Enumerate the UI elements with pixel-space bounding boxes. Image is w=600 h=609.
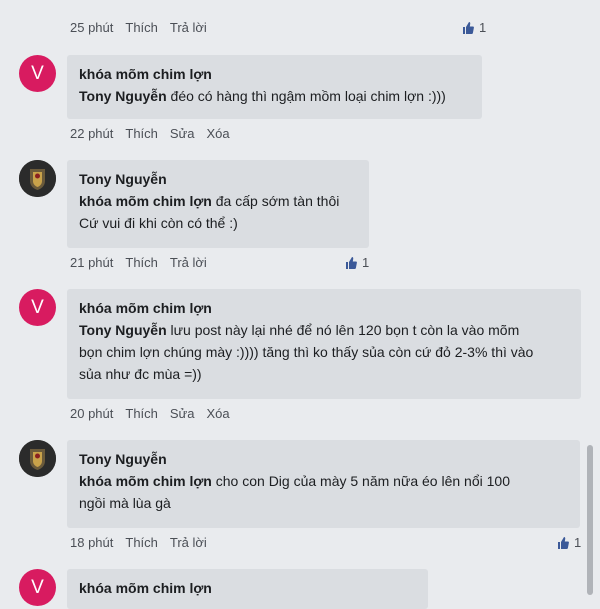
avatar-letter: V <box>31 296 44 318</box>
comment-text: ngồi mà lùa gà <box>79 495 171 511</box>
like-count-value: 1 <box>362 255 370 270</box>
mention-link[interactable]: khóa mõm chim lợn <box>79 193 212 209</box>
comment-author[interactable]: Tony Nguyễn <box>79 448 568 470</box>
comment-text: đéo có hàng thì ngậm mồm loại chim lợn :… <box>170 88 446 104</box>
comment-author[interactable]: khóa mõm chim lợn <box>79 63 470 85</box>
comment-text: sủa như đc mùa =)) <box>79 366 202 382</box>
comment-author[interactable]: khóa mõm chim lợn <box>79 577 416 599</box>
like-button[interactable]: Thích <box>125 20 158 35</box>
club-crest-icon <box>19 440 56 477</box>
avatar[interactable]: V <box>19 569 56 606</box>
avatar-letter: V <box>31 576 44 598</box>
avatar-letter: V <box>31 62 44 84</box>
thumbs-up-icon <box>558 536 569 549</box>
like-button[interactable]: Thích <box>125 126 158 141</box>
like-button[interactable]: Thích <box>125 535 158 550</box>
reply-button[interactable]: Trả lời <box>170 535 207 550</box>
comment-time: 21 phút <box>70 255 114 270</box>
like-count[interactable]: 1 <box>345 255 369 270</box>
mention-link[interactable]: Tony Nguyễn <box>79 88 167 104</box>
comment-bubble: khóa mõm chim lợn Tony Nguyễn đéo có hàn… <box>67 55 482 119</box>
like-button[interactable]: Thích <box>125 255 158 270</box>
comment-time: 18 phút <box>70 535 114 550</box>
edit-button[interactable]: Sửa <box>170 406 195 421</box>
comment-actions-top: 25 phút Thích Trả lời <box>70 20 207 35</box>
avatar[interactable] <box>19 440 56 477</box>
comment-time: 25 phút <box>70 20 114 35</box>
comment-actions: 22 phút Thích Sửa Xóa <box>70 126 230 141</box>
like-count[interactable]: 1 <box>557 535 581 550</box>
comment-thread: ˇ 25 phút Thích Trả lời 1 V khóa mõm chi… <box>0 0 600 609</box>
mention-link[interactable]: khóa mõm chim lợn <box>79 473 212 489</box>
mention-link[interactable]: Tony Nguyễn <box>79 322 167 338</box>
comment-actions: 18 phút Thích Trả lời <box>70 535 207 550</box>
comment-actions: 20 phút Thích Sửa Xóa <box>70 406 230 421</box>
delete-button[interactable]: Xóa <box>207 126 230 141</box>
reply-button[interactable]: Trả lời <box>170 20 207 35</box>
comment-time: 22 phút <box>70 126 114 141</box>
comment-text: lưu post này lại nhé để nó lên 120 bọn t… <box>170 322 520 338</box>
reply-button[interactable]: Trả lời <box>170 255 207 270</box>
comment-bubble: khóa mõm chim lợn <box>67 569 428 609</box>
like-count-value: 1 <box>574 535 582 550</box>
comment-author[interactable]: khóa mõm chim lợn <box>79 297 569 319</box>
comment-bubble: Tony Nguyễn khóa mõm chim lợn đa cấp sớm… <box>67 160 369 248</box>
comment-text: cho con Dig của mày 5 năm nữa éo lên nổi… <box>215 473 510 489</box>
comment-text: đa cấp sớm tàn thôi <box>215 193 340 209</box>
scrollbar-thumb[interactable] <box>587 445 593 595</box>
comment-text: Cứ vui đi khi còn có thể :) <box>79 215 238 231</box>
comment-bubble: khóa mõm chim lợn Tony Nguyễn lưu post n… <box>67 289 581 399</box>
comment-actions: 21 phút Thích Trả lời <box>70 255 207 270</box>
comment-author[interactable]: Tony Nguyễn <box>79 168 357 190</box>
delete-button[interactable]: Xóa <box>207 406 230 421</box>
thumbs-up-icon <box>463 21 474 34</box>
comment-time: 20 phút <box>70 406 114 421</box>
avatar[interactable] <box>19 160 56 197</box>
comment-bubble: Tony Nguyễn khóa mõm chim lợn cho con Di… <box>67 440 580 528</box>
like-button[interactable]: Thích <box>125 406 158 421</box>
like-count-value: 1 <box>479 20 487 35</box>
avatar[interactable]: V <box>19 289 56 326</box>
comment-text: bọn chim lợn chúng mày :)))) tăng thì ko… <box>79 344 534 360</box>
thumbs-up-icon <box>346 256 357 269</box>
truncated-text-fragment: ˇ <box>464 0 468 10</box>
edit-button[interactable]: Sửa <box>170 126 195 141</box>
like-count[interactable]: 1 <box>462 20 486 35</box>
avatar[interactable]: V <box>19 55 56 92</box>
club-crest-icon <box>19 160 56 197</box>
